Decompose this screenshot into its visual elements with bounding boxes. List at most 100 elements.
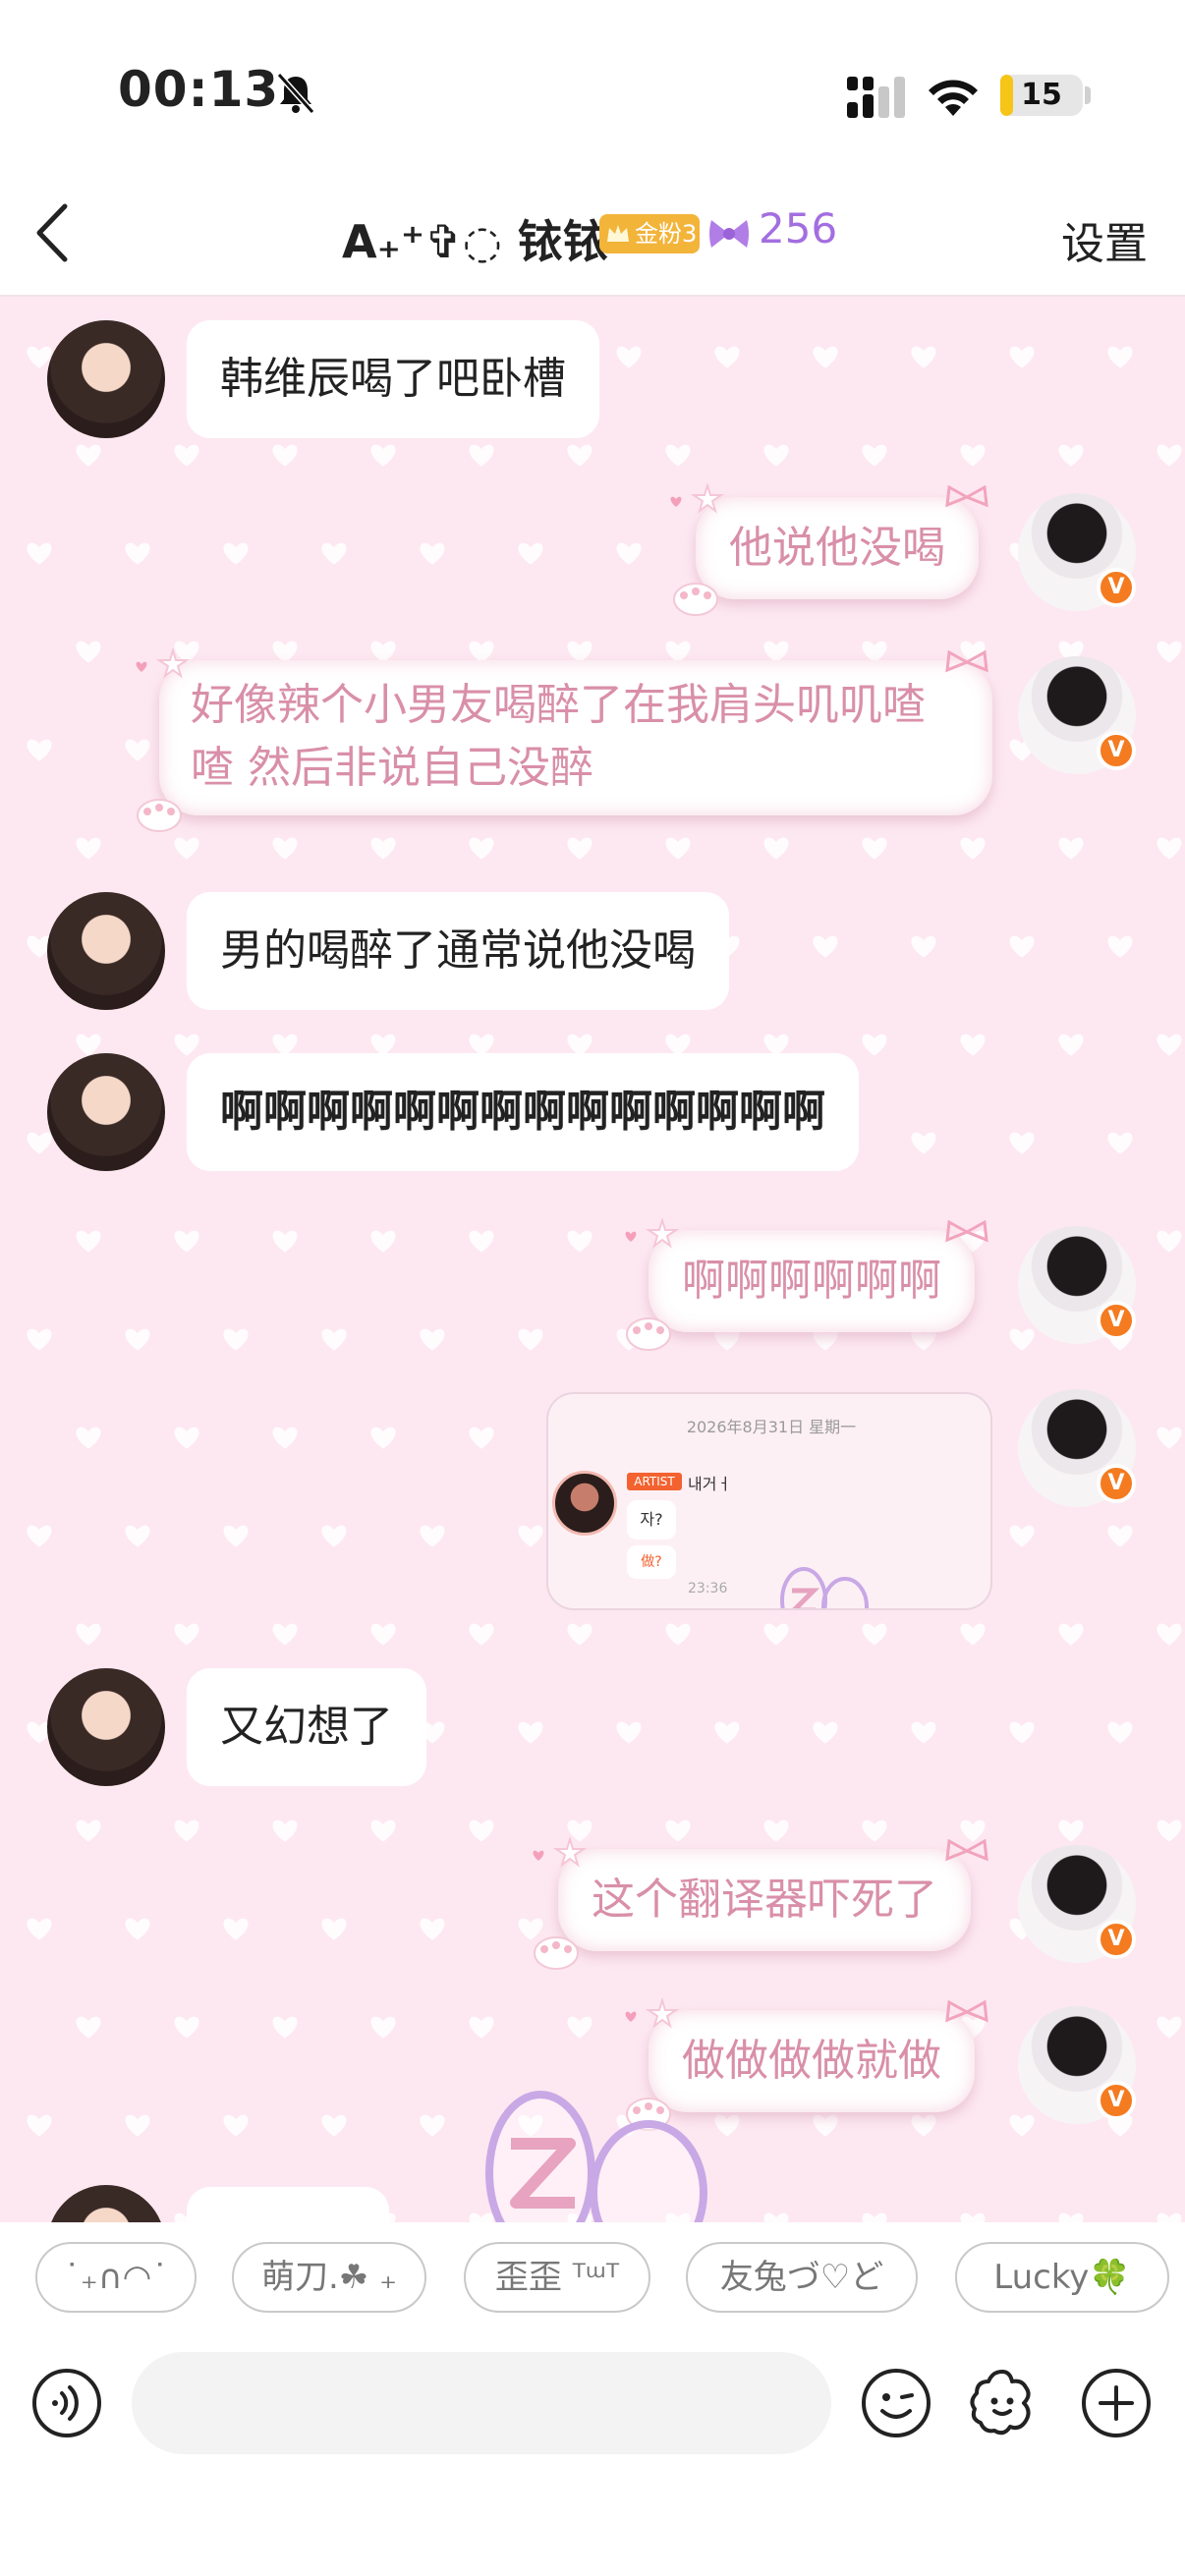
chevron-left-icon[interactable] <box>26 196 81 269</box>
heart-pattern-mark <box>1058 1623 1084 1646</box>
heart-pattern-mark <box>1009 1132 1035 1154</box>
heart-pattern-mark <box>1157 2016 1182 2039</box>
heart-pattern-mark <box>813 935 838 958</box>
incoming-message-partial[interactable] <box>187 2187 389 2222</box>
heart-pattern-mark <box>862 1820 887 1842</box>
heart-pattern-mark <box>27 1132 52 1154</box>
heart-pattern-mark <box>223 1525 249 1547</box>
paw-icon <box>534 1936 579 1970</box>
heart-pattern-mark <box>272 1820 298 1842</box>
quick-reply-chip[interactable]: Lucky🍀 <box>955 2242 1169 2313</box>
avatar[interactable] <box>47 1668 165 1786</box>
settings-button[interactable]: 设置 <box>1061 208 1148 271</box>
voice-icon[interactable] <box>29 2366 104 2440</box>
incoming-message[interactable]: 韩维辰喝了吧卧槽 <box>187 320 599 438</box>
heart-pattern-mark <box>1058 1034 1084 1056</box>
incoming-message[interactable]: 啊啊啊啊啊啊啊啊啊啊啊啊啊啊 <box>187 1053 859 1171</box>
heart-pattern-mark <box>174 2016 199 2039</box>
outgoing-message[interactable]: 好像辣个小男友喝醉了在我肩头叽叽喳喳 然后非说自己没醉 <box>159 660 992 815</box>
heart-pattern-mark <box>76 1034 101 1056</box>
heart-pattern-mark <box>616 542 642 565</box>
heart-pattern-mark <box>272 1230 298 1253</box>
plus-icon[interactable] <box>1079 2366 1154 2440</box>
heart-pattern-mark <box>27 739 52 761</box>
heart-pattern-mark <box>518 1328 543 1351</box>
heart-pattern-mark <box>27 1525 52 1547</box>
heart-pattern-mark <box>763 1623 789 1646</box>
heart-pattern-mark <box>469 2016 494 2039</box>
heart-pattern-mark <box>1009 346 1035 368</box>
quick-reply-chip[interactable]: ˙₊∩◠˙ <box>35 2242 197 2313</box>
bow-icon <box>709 220 749 248</box>
outgoing-message[interactable]: 啊啊啊啊啊啊 <box>649 1230 975 1332</box>
star-heart-icon <box>625 1998 680 2029</box>
heart-pattern-mark <box>370 1427 396 1449</box>
heart-pattern-mark <box>1157 2212 1182 2222</box>
heart-pattern-mark <box>1107 1721 1133 1744</box>
heart-pattern-mark <box>370 1230 396 1253</box>
outgoing-message[interactable]: 这个翻译器吓死了 <box>558 1849 971 1951</box>
heart-pattern-mark <box>960 837 986 860</box>
heart-pattern-mark <box>174 444 199 467</box>
sticker-icon[interactable] <box>965 2366 1040 2440</box>
screenshot-message: 做? <box>627 1545 676 1579</box>
chat-title[interactable]: A₊⁺✞◌ 铱铱 <box>342 206 608 271</box>
bell-slash-icon <box>276 72 315 115</box>
message-input-bar <box>0 2330 1185 2576</box>
avatar[interactable] <box>47 1053 165 1171</box>
heart-pattern-mark <box>272 2016 298 2039</box>
heart-pattern-mark <box>1107 1525 1133 1547</box>
heart-pattern-mark <box>469 1427 494 1449</box>
heart-pattern-mark <box>665 837 691 860</box>
heart-pattern-mark <box>27 1918 52 1940</box>
heart-pattern-mark <box>76 1820 101 1842</box>
chat-header: A₊⁺✞◌ 铱铱 金粉3 256 设置 <box>0 177 1185 297</box>
quick-reply-chip[interactable]: 友兔づ♡ど <box>686 2242 918 2313</box>
heart-pattern-mark <box>125 2114 150 2137</box>
heart-pattern-mark <box>469 837 494 860</box>
heart-pattern-mark <box>370 1820 396 1842</box>
image-message[interactable]: 2026年8月31日 星期一 ARTIST 내거ㅓ 자? 做? 23:36 <box>546 1392 992 1610</box>
heart-pattern-mark <box>862 1623 887 1646</box>
heart-pattern-mark <box>174 1820 199 1842</box>
avatar[interactable] <box>47 320 165 438</box>
heart-pattern-mark <box>223 2114 249 2137</box>
message-input[interactable] <box>132 2352 831 2454</box>
emoji-icon[interactable] <box>859 2366 933 2440</box>
avatar[interactable] <box>47 892 165 1010</box>
bunny-sticker-icon <box>780 1567 869 1608</box>
verified-badge: V <box>1097 1920 1136 1959</box>
heart-pattern-mark <box>125 739 150 761</box>
heart-pattern-mark <box>1058 2212 1084 2222</box>
wifi-icon <box>929 80 978 116</box>
fan-level-badge[interactable]: 金粉3 <box>599 214 700 253</box>
heart-pattern-mark <box>1009 1721 1035 1744</box>
quick-reply-chip[interactable]: 歪歪 ᵀᵚᵀ <box>464 2242 650 2313</box>
heart-pattern-mark <box>321 1328 347 1351</box>
outgoing-message[interactable]: 他说他没喝 <box>696 497 979 599</box>
heart-pattern-mark <box>76 2016 101 2039</box>
heart-pattern-mark <box>174 1623 199 1646</box>
heart-pattern-mark <box>76 641 101 663</box>
heart-pattern-mark <box>1009 2114 1035 2137</box>
heart-pattern-mark <box>272 837 298 860</box>
heart-pattern-mark <box>174 837 199 860</box>
ribbon-icon <box>945 2000 988 2023</box>
heart-pattern-mark <box>763 837 789 860</box>
heart-pattern-mark <box>272 444 298 467</box>
message-text: 他说他没喝 <box>729 523 945 573</box>
heart-pattern-mark <box>911 935 936 958</box>
quick-reply-chip[interactable]: 萌刀.☘ ₊ <box>232 2242 426 2313</box>
heart-pattern-mark <box>862 1034 887 1056</box>
incoming-message[interactable]: 又幻想了 <box>187 1668 426 1786</box>
heart-pattern-mark <box>1058 1820 1084 1842</box>
verified-badge: V <box>1097 731 1136 770</box>
status-time: 00:13 <box>118 61 280 118</box>
chat-thread[interactable]: 韩维辰喝了吧卧槽 V 他说他没喝 V 好像辣个小男友喝醉了在我肩头叽叽喳喳 然后… <box>0 297 1185 2222</box>
screenshot-avatar <box>552 1471 617 1536</box>
heart-pattern-mark <box>321 1918 347 1940</box>
signal-icon <box>847 77 905 118</box>
battery-cap <box>1085 86 1091 104</box>
heart-pattern-mark <box>911 2114 936 2137</box>
incoming-message[interactable]: 男的喝醉了通常说他没喝 <box>187 892 729 1010</box>
